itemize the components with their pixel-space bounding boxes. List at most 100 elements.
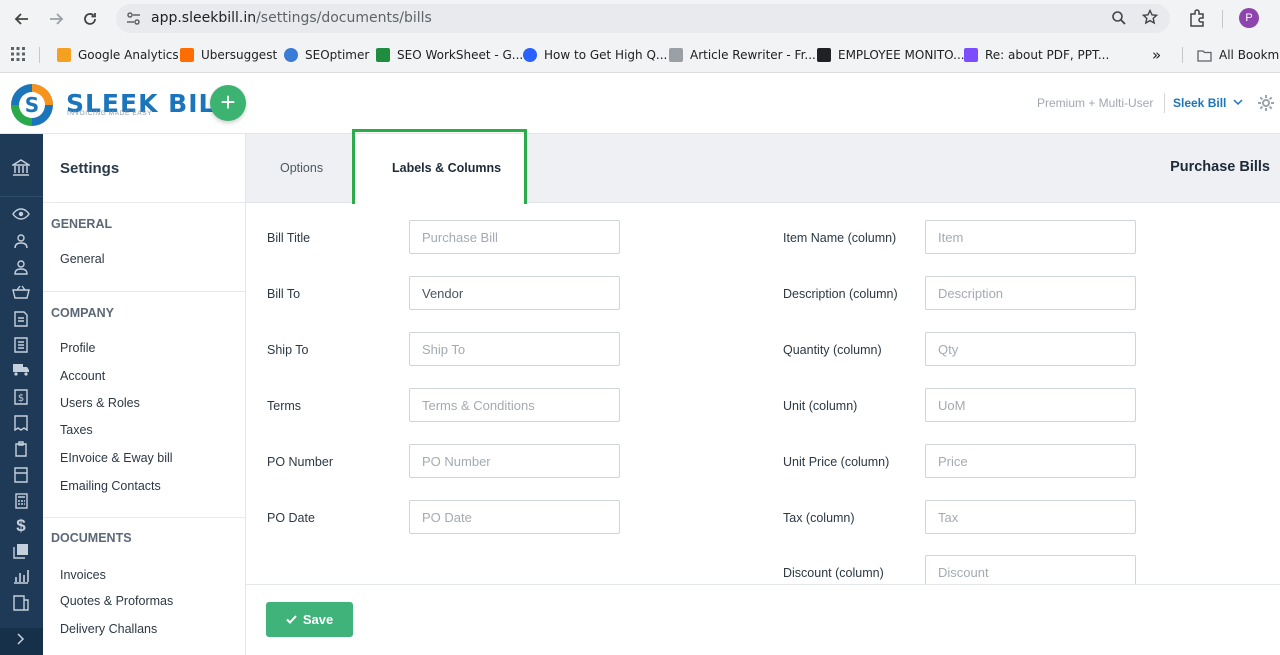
sidebar-item-users-roles[interactable]: Users & Roles	[60, 396, 140, 410]
bookmark-employee-monitor[interactable]: EMPLOYEE MONITO...	[817, 46, 965, 64]
sidebar-item-profile[interactable]: Profile	[60, 341, 95, 355]
bookmark-label: SEOptimer	[305, 48, 370, 62]
terms-input[interactable]	[409, 388, 620, 422]
chevron-down-icon[interactable]	[1233, 97, 1243, 109]
receipt-icon[interactable]	[11, 415, 31, 433]
expand-chevron-icon[interactable]	[11, 632, 31, 650]
sleekbill-logo-icon[interactable]: S	[10, 83, 54, 127]
zoom-icon[interactable]	[1111, 10, 1127, 31]
w-logo-icon	[817, 48, 831, 62]
logo-tagline: INVOICING MADE EASY	[67, 110, 153, 117]
label-po-number: PO Number	[267, 455, 333, 469]
label-po-date: PO Date	[267, 511, 315, 525]
sidebar-divider	[43, 291, 245, 292]
bank-icon[interactable]	[10, 159, 32, 177]
user-icon[interactable]	[11, 259, 31, 277]
bookmark-label: How to Get High Q...	[544, 48, 668, 62]
bookmark-ubersuggest[interactable]: Ubersuggest	[180, 46, 277, 64]
sst-icon	[669, 48, 683, 62]
forward-icon[interactable]	[44, 7, 68, 31]
ubersuggest-icon	[180, 48, 194, 62]
profile-avatar[interactable]: P	[1239, 8, 1259, 28]
bookmarks-divider	[39, 47, 40, 63]
tab-options[interactable]: Options	[280, 161, 323, 175]
bookmark-google-analytics[interactable]: Google Analytics	[57, 46, 179, 64]
sidebar-item-einvoice[interactable]: EInvoice & Eway bill	[60, 451, 173, 465]
truck-icon[interactable]	[11, 363, 31, 381]
bar-chart-icon[interactable]	[11, 569, 31, 587]
all-bookmarks-folder[interactable]: All Bookmarks	[1197, 46, 1280, 64]
sidebar-item-invoices[interactable]: Invoices	[60, 568, 106, 582]
section-general-heading: GENERAL	[51, 217, 113, 231]
label-bill-title: Bill Title	[267, 231, 311, 245]
sidebar-item-quotes-proformas[interactable]: Quotes & Proformas	[60, 594, 173, 608]
proton-mail-icon	[964, 48, 978, 62]
bookmark-how-to-get-high[interactable]: How to Get High Q...	[523, 46, 667, 64]
users-icon[interactable]	[11, 233, 31, 251]
item-name-column-input[interactable]	[925, 220, 1136, 254]
bookmark-re-about-pdf[interactable]: Re: about PDF, PPT...	[964, 46, 1109, 64]
add-new-button[interactable]: +	[210, 85, 246, 121]
plan-label: Premium + Multi-User	[1037, 96, 1154, 110]
dollar-icon[interactable]: $	[11, 517, 31, 535]
unit-price-column-input[interactable]	[925, 444, 1136, 478]
gear-icon[interactable]	[1257, 94, 1275, 115]
report-icon[interactable]	[11, 595, 31, 613]
bookmark-article-rewriter[interactable]: Article Rewriter - Fr...	[669, 46, 816, 64]
url-host: app.sleekbill.in	[151, 10, 257, 26]
section-company-heading: COMPANY	[51, 306, 114, 320]
account-menu[interactable]: Sleek Bill	[1173, 96, 1226, 110]
ship-to-input[interactable]	[409, 332, 620, 366]
sidebar-item-account[interactable]: Account	[60, 369, 105, 383]
dollar-document-icon[interactable]: $	[11, 389, 31, 407]
document-stack-icon[interactable]	[11, 543, 31, 561]
bookmark-star-icon[interactable]	[1141, 8, 1159, 30]
bill-to-input[interactable]	[409, 276, 620, 310]
document-icon[interactable]	[11, 337, 31, 355]
bookmark-label: SEO WorkSheet - G...	[397, 48, 524, 62]
seoptimer-icon	[284, 48, 298, 62]
reload-icon[interactable]	[78, 7, 102, 31]
labels-form: Bill Title Bill To Ship To Terms PO Numb…	[246, 204, 1280, 584]
bookmark-seo-worksheet[interactable]: SEO WorkSheet - G...	[376, 46, 523, 64]
address-bar[interactable]: app.sleekbill.in/settings/documents/bill…	[116, 4, 1170, 33]
highlight-annotation	[352, 129, 527, 207]
tax-column-input[interactable]	[925, 500, 1136, 534]
bookmark-label: Google Analytics	[78, 48, 179, 62]
back-icon[interactable]	[10, 7, 34, 31]
bill-title-input[interactable]	[409, 220, 620, 254]
sidebar-item-taxes[interactable]: Taxes	[60, 423, 93, 437]
site-info-icon[interactable]	[126, 11, 141, 31]
check-icon	[286, 615, 297, 624]
more-bookmarks-chevron-icon[interactable]: »	[1152, 46, 1161, 64]
box-document-icon[interactable]	[11, 467, 31, 485]
svg-text:$: $	[18, 393, 24, 404]
apps-grid-icon[interactable]	[11, 47, 25, 66]
bookmark-seoptimer[interactable]: SEOptimer	[284, 46, 369, 64]
eye-icon[interactable]	[11, 207, 31, 225]
label-terms: Terms	[267, 399, 302, 413]
discount-column-input[interactable]	[925, 555, 1136, 584]
po-date-input[interactable]	[409, 500, 620, 534]
unit-column-input[interactable]	[925, 388, 1136, 422]
extensions-icon[interactable]	[1188, 9, 1206, 32]
analytics-icon	[57, 48, 71, 62]
settings-sidebar: Settings GENERAL General COMPANY Profile…	[43, 134, 246, 655]
sidebar-item-general[interactable]: General	[60, 252, 104, 266]
save-button[interactable]: Save	[266, 602, 353, 637]
calculator-icon[interactable]	[11, 493, 31, 511]
quantity-column-input[interactable]	[925, 332, 1136, 366]
label-ship-to: Ship To	[267, 343, 309, 357]
page-title: Purchase Bills	[1170, 159, 1270, 175]
po-number-input[interactable]	[409, 444, 620, 478]
sidebar-item-emailing-contacts[interactable]: Emailing Contacts	[60, 479, 161, 493]
document-edit-icon[interactable]	[11, 311, 31, 329]
bookmarks-bar: Google Analytics Ubersuggest SEOptimer S…	[0, 37, 1280, 73]
sidebar-item-delivery-challans[interactable]: Delivery Challans	[60, 622, 157, 636]
basket-icon[interactable]	[11, 285, 31, 303]
icon-rail: $ $	[0, 134, 43, 655]
description-column-input[interactable]	[925, 276, 1136, 310]
section-documents-heading: DOCUMENTS	[51, 531, 132, 545]
label-quantity-column: Quantity (column)	[783, 343, 882, 357]
clipboard-icon[interactable]	[11, 441, 31, 459]
